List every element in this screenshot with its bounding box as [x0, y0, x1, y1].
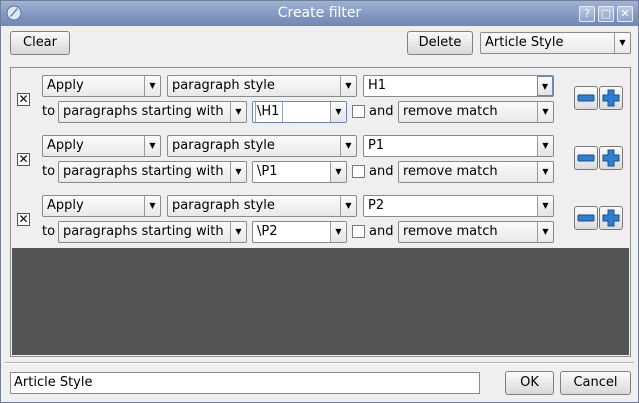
and-label: and: [369, 104, 394, 119]
remove-row-button[interactable]: [574, 146, 598, 170]
condition-combo-value: paragraphs starting with: [63, 224, 224, 239]
preset-combo[interactable]: Article Style ▼: [480, 32, 631, 54]
condition-combo[interactable]: paragraphs starting with ▼: [58, 101, 247, 123]
cancel-button[interactable]: Cancel: [560, 371, 631, 395]
condition-combo-value: paragraphs starting with: [63, 164, 224, 179]
chevron-down-icon: ▼: [340, 136, 356, 156]
minus-icon: [577, 94, 595, 102]
target-combo[interactable]: paragraph style ▼: [167, 135, 357, 157]
row-enabled-checkbox[interactable]: ✕: [17, 153, 30, 166]
style-value-combo[interactable]: H1 ▼: [363, 75, 554, 97]
chevron-down-icon: ▼: [144, 76, 160, 96]
filter-name-value: Article Style: [14, 375, 93, 390]
plus-icon: [602, 89, 620, 107]
app-logo-icon: [6, 5, 22, 21]
to-label: to: [42, 224, 56, 239]
add-row-button[interactable]: [599, 146, 623, 170]
separator: [5, 362, 634, 364]
filter-name-input[interactable]: Article Style: [10, 372, 480, 394]
condition-combo-value: paragraphs starting with: [63, 104, 224, 119]
and-checkbox[interactable]: [352, 165, 365, 178]
and-label: and: [369, 164, 394, 179]
post-action-combo-value: remove match: [403, 164, 498, 179]
chevron-down-icon: ▼: [144, 196, 160, 216]
style-value-combo[interactable]: P1 ▼: [363, 135, 554, 157]
chevron-down-icon: ▼: [144, 136, 160, 156]
target-combo-value: paragraph style: [172, 198, 275, 213]
add-row-button[interactable]: [599, 86, 623, 110]
target-combo-value: paragraph style: [172, 78, 275, 93]
match-value-combo[interactable]: \H1 ▼: [252, 101, 347, 123]
chevron-down-icon: ▼: [537, 222, 553, 242]
style-value-text: H1: [368, 78, 387, 93]
empty-filter-area: [12, 248, 629, 355]
condition-combo[interactable]: paragraphs starting with ▼: [58, 161, 247, 183]
preset-combo-value: Article Style: [485, 35, 564, 50]
action-combo[interactable]: Apply ▼: [42, 195, 161, 217]
match-value-text: \P2: [257, 224, 278, 239]
chevron-down-icon: ▼: [230, 162, 246, 182]
minus-icon: [577, 214, 595, 222]
row-enabled-checkbox[interactable]: ✕: [17, 93, 30, 106]
condition-combo[interactable]: paragraphs starting with ▼: [58, 221, 247, 243]
action-combo-value: Apply: [47, 198, 84, 213]
chevron-down-icon: ▼: [614, 33, 630, 53]
to-label: to: [42, 104, 56, 119]
post-action-combo[interactable]: remove match ▼: [398, 221, 554, 243]
chevron-down-icon: ▼: [537, 162, 553, 182]
delete-button[interactable]: Delete: [407, 31, 473, 55]
add-row-button[interactable]: [599, 206, 623, 230]
plus-icon: [602, 209, 620, 227]
and-checkbox[interactable]: [352, 225, 365, 238]
chevron-down-icon: ▼: [230, 102, 246, 122]
action-combo[interactable]: Apply ▼: [42, 75, 161, 97]
remove-row-button[interactable]: [574, 206, 598, 230]
and-checkbox[interactable]: [352, 105, 365, 118]
maximize-button[interactable]: □: [598, 6, 614, 22]
chevron-down-icon: ▼: [330, 102, 346, 122]
target-combo-value: paragraph style: [172, 138, 275, 153]
filter-rows-panel: ✕ Apply ▼ paragraph style ▼ H1 ▼ to para…: [10, 67, 631, 357]
post-action-combo[interactable]: remove match ▼: [398, 161, 554, 183]
window-title: Create filter: [277, 5, 362, 21]
post-action-combo[interactable]: remove match ▼: [398, 101, 554, 123]
target-combo[interactable]: paragraph style ▼: [167, 195, 357, 217]
chevron-down-icon: ▼: [340, 76, 356, 96]
plus-icon: [602, 149, 620, 167]
style-value-text: P1: [368, 138, 385, 153]
to-label: to: [42, 164, 56, 179]
chevron-down-icon: ▼: [230, 222, 246, 242]
chevron-down-icon: ▼: [537, 196, 553, 216]
clear-button[interactable]: Clear: [10, 31, 70, 55]
match-value-text: \P1: [257, 164, 278, 179]
chevron-down-icon: ▼: [537, 136, 553, 156]
match-value-combo[interactable]: \P1 ▼: [252, 161, 347, 183]
chevron-down-icon: ▼: [330, 162, 346, 182]
ok-button[interactable]: OK: [505, 371, 554, 395]
style-value-text: P2: [368, 198, 385, 213]
title-bar: Create filter ? □ ✕: [1, 1, 638, 26]
style-value-combo[interactable]: P2 ▼: [363, 195, 554, 217]
chevron-down-icon: ▼: [340, 196, 356, 216]
action-combo-value: Apply: [47, 138, 84, 153]
row-enabled-checkbox[interactable]: ✕: [17, 213, 30, 226]
post-action-combo-value: remove match: [403, 224, 498, 239]
chevron-down-icon: ▼: [330, 222, 346, 242]
action-combo[interactable]: Apply ▼: [42, 135, 161, 157]
close-button[interactable]: ✕: [617, 6, 633, 22]
match-value-combo[interactable]: \P2 ▼: [252, 221, 347, 243]
create-filter-dialog: Create filter ? □ ✕ Clear Delete Article…: [0, 0, 639, 403]
action-combo-value: Apply: [47, 78, 84, 93]
help-button[interactable]: ?: [579, 6, 595, 22]
chevron-down-icon: ▼: [537, 102, 553, 122]
minus-icon: [577, 154, 595, 162]
chevron-down-icon: ▼: [537, 76, 553, 96]
and-label: and: [369, 224, 394, 239]
target-combo[interactable]: paragraph style ▼: [167, 75, 357, 97]
match-value-text: \H1: [254, 102, 284, 122]
remove-row-button[interactable]: [574, 86, 598, 110]
post-action-combo-value: remove match: [403, 104, 498, 119]
